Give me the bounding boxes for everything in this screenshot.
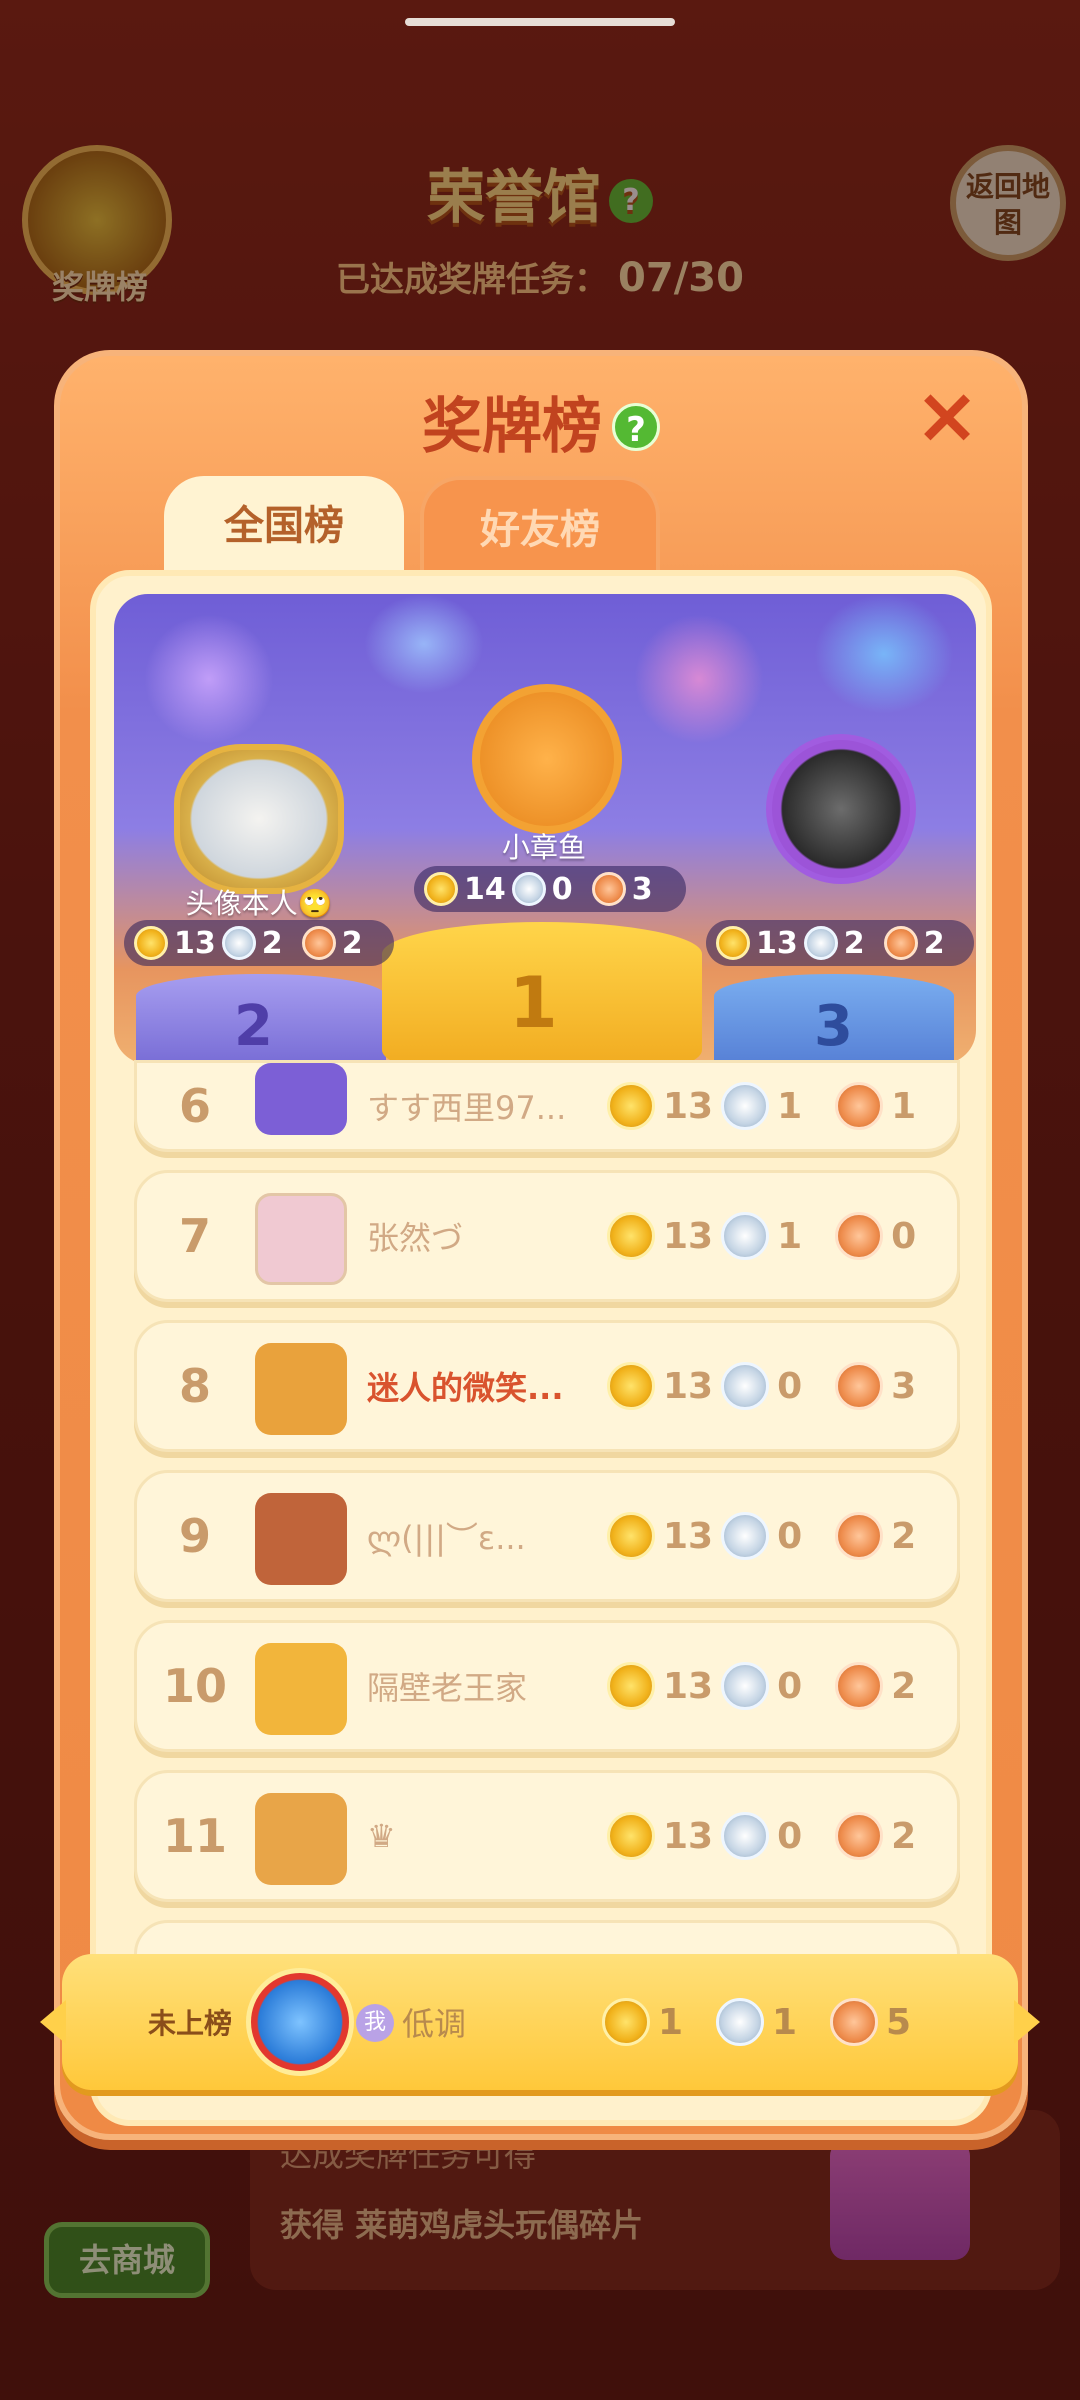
podium-rank-3: 3: [814, 994, 853, 1059]
podium-medals-1: 14 0 3: [414, 866, 686, 912]
player-name: ლ(|||︶ε...: [367, 1519, 526, 1557]
medal-counts: 13 0 2: [607, 1773, 941, 1899]
bronze-medal-icon: [835, 1212, 884, 1260]
my-medal-counts: 1 1 5: [602, 1954, 936, 2090]
my-name: 低调: [402, 2005, 467, 2043]
modal-title: 奖牌榜?: [60, 378, 1022, 465]
gold-medal-icon: [607, 1362, 655, 1410]
silver-medal-icon: [721, 1212, 770, 1260]
tab-friends[interactable]: 好友榜: [420, 476, 660, 576]
medal-counts: 13 1 0: [607, 1173, 941, 1299]
my-rank-bar[interactable]: 未上榜 我 低调 1 1 5: [40, 1954, 1040, 2090]
table-row[interactable]: 11 ♛ 13 0 2: [134, 1770, 960, 1902]
bronze-medal-icon: [883, 926, 918, 960]
table-row[interactable]: 10 隔壁老王家 13 0 2: [134, 1620, 960, 1752]
medal-counts: 13 0 3: [607, 1323, 941, 1449]
silver-medal-icon: [721, 1362, 770, 1410]
podium-rank-1: 1: [509, 962, 558, 1044]
avatar[interactable]: [255, 1063, 347, 1135]
podium: 2 1 3 头像本人🙄 小章鱼 13 2 2 14 0 3 13 2 2: [114, 594, 976, 1064]
rank-number: 11: [162, 1809, 227, 1863]
bronze-medal-icon: [835, 1812, 884, 1860]
avatar[interactable]: [255, 1193, 347, 1285]
player-name: すす西里97...: [367, 1089, 567, 1127]
medal-counts: 13 0 2: [607, 1473, 941, 1599]
bronze-medal-icon: [835, 1362, 884, 1410]
bronze-medal-icon: [835, 1082, 884, 1130]
gold-medal-icon: [716, 926, 750, 960]
table-row[interactable]: 6 すす西里97... 13 1 1: [134, 1060, 960, 1152]
podium-rank-2: 2: [234, 994, 273, 1059]
podium-medals-3: 13 2 2: [706, 920, 974, 966]
silver-medal-icon: [716, 1998, 764, 2046]
rank-number: 9: [178, 1509, 211, 1563]
help-icon[interactable]: ?: [612, 403, 660, 451]
rank-number: 10: [162, 1659, 227, 1713]
silver-medal-icon: [511, 872, 546, 906]
bronze-medal-icon: [301, 926, 336, 960]
avatar[interactable]: [255, 1493, 347, 1585]
medal-board-modal: 奖牌榜? × 全国榜 好友榜 2 1 3 头像本人🙄 小章鱼 13 2 2 14…: [54, 350, 1028, 2140]
table-row[interactable]: 7 张然づ 13 1 0: [134, 1170, 960, 1302]
silver-medal-icon: [721, 1662, 770, 1710]
avatar[interactable]: [255, 1643, 347, 1735]
firework-decoration: [144, 614, 274, 744]
player-name: ♛: [367, 1817, 396, 1855]
gold-medal-icon: [602, 1998, 650, 2046]
leaderboard-panel: 2 1 3 头像本人🙄 小章鱼 13 2 2 14 0 3 13 2 2 6 す…: [90, 570, 992, 2126]
table-row[interactable]: 9 ლ(|||︶ε... 13 0 2: [134, 1470, 960, 1602]
firework-decoration: [364, 594, 484, 694]
podium-name-1: 小章鱼: [501, 831, 586, 864]
silver-medal-icon: [721, 1812, 770, 1860]
podium-name-2: 头像本人🙄: [185, 887, 333, 920]
bronze-medal-icon: [830, 1998, 878, 2046]
firework-decoration: [634, 614, 764, 744]
me-badge: 我: [356, 2004, 394, 2042]
my-avatar[interactable]: [246, 1968, 354, 2076]
medal-counts: 13 1 1: [607, 1063, 941, 1149]
medal-counts: 13 0 2: [607, 1623, 941, 1749]
gold-medal-icon: [607, 1082, 655, 1130]
gold-medal-icon: [607, 1812, 655, 1860]
close-icon[interactable]: ×: [912, 377, 982, 455]
table-row[interactable]: 8 迷人的微笑... 13 0 3: [134, 1320, 960, 1452]
avatar[interactable]: [255, 1793, 347, 1885]
my-rank-status: 未上榜: [148, 2007, 233, 2040]
gold-medal-icon: [134, 926, 168, 960]
leaderboard-list[interactable]: 6 すす西里97... 13 1 1 7 张然づ 13 1 0 8 迷人的微笑.…: [134, 1060, 960, 2070]
drag-handle[interactable]: [405, 18, 675, 26]
bronze-medal-icon: [591, 872, 626, 906]
rank-number: 8: [178, 1359, 211, 1413]
gold-medal-icon: [607, 1212, 655, 1260]
player-name: 张然づ: [367, 1219, 464, 1257]
player-name: 隔壁老王家: [367, 1669, 528, 1707]
rank-number: 7: [178, 1209, 211, 1263]
podium-medals-2: 13 2 2: [124, 920, 394, 966]
silver-medal-icon: [721, 1082, 770, 1130]
silver-medal-icon: [803, 926, 838, 960]
avatar-rank-3[interactable]: [766, 734, 916, 884]
bronze-medal-icon: [835, 1512, 884, 1560]
avatar-rank-1[interactable]: [472, 684, 622, 834]
avatar-rank-2[interactable]: [174, 744, 344, 894]
gold-medal-icon: [607, 1662, 655, 1710]
player-name: 迷人的微笑...: [367, 1369, 564, 1407]
gold-medal-icon: [607, 1512, 655, 1560]
silver-medal-icon: [221, 926, 256, 960]
firework-decoration: [814, 594, 954, 714]
silver-medal-icon: [721, 1512, 770, 1560]
bronze-medal-icon: [835, 1662, 884, 1710]
gold-medal-icon: [424, 872, 458, 906]
avatar[interactable]: [255, 1343, 347, 1435]
rank-number: 6: [178, 1079, 211, 1133]
tab-national[interactable]: 全国榜: [164, 476, 404, 576]
